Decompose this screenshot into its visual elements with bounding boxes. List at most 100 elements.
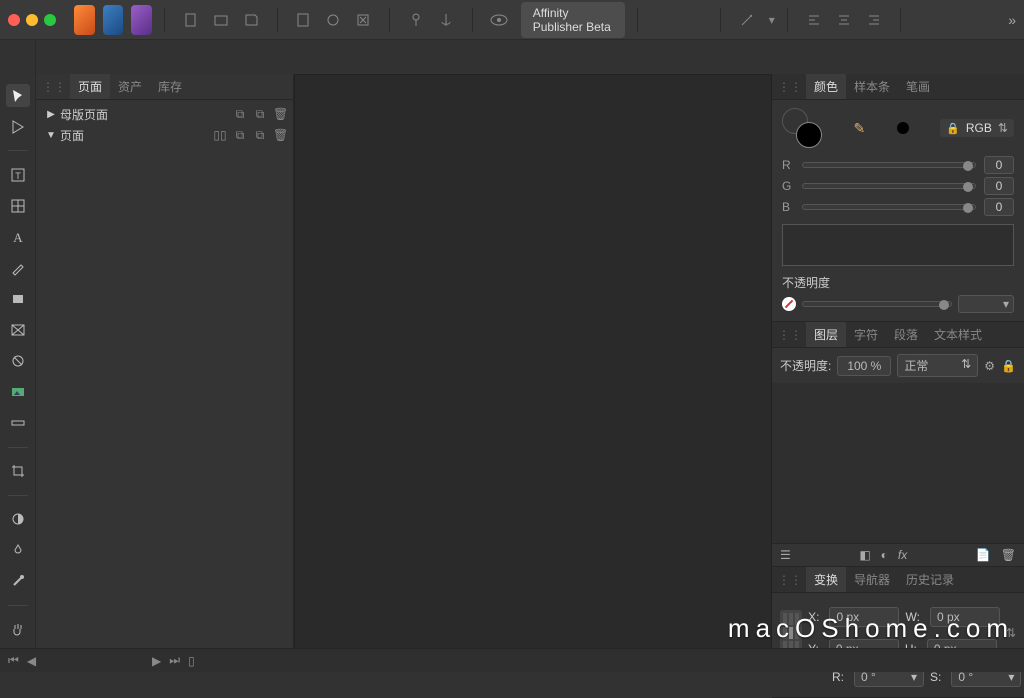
align-center-button[interactable] (830, 7, 858, 33)
anchor-button[interactable] (432, 7, 460, 33)
table-tool[interactable] (6, 194, 30, 217)
crop-tool[interactable] (6, 460, 30, 483)
fill-tool[interactable] (6, 508, 30, 531)
b-value[interactable]: 0 (984, 198, 1014, 216)
tab-stock[interactable]: 库存 (150, 74, 190, 99)
last-page-icon[interactable]: ⏭ (169, 653, 180, 668)
layer-opacity-value[interactable]: 100 % (837, 356, 891, 376)
tab-pages[interactable]: 页面 (70, 74, 110, 99)
tab-transform[interactable]: 变换 (806, 567, 846, 592)
arrange-button[interactable] (972, 7, 1000, 33)
b-slider[interactable] (802, 204, 976, 210)
persona-publisher-icon[interactable] (74, 5, 95, 35)
copy-icon[interactable]: ⧉ (233, 107, 247, 122)
duplicate-icon[interactable]: ⧉ (253, 107, 267, 122)
color-mode-select[interactable]: 🔒 RGB ⇅ (940, 119, 1014, 137)
mask-icon[interactable]: ◧ (859, 548, 870, 562)
tab-color[interactable]: 颜色 (806, 74, 846, 99)
tab-stroke[interactable]: 笔画 (898, 74, 938, 99)
wand-button[interactable] (733, 7, 761, 33)
tab-layers[interactable]: 图层 (806, 322, 846, 347)
trash-icon[interactable]: 🗑 (273, 128, 287, 143)
color-picker-tool[interactable] (6, 570, 30, 593)
frame-text-tool[interactable]: T (6, 163, 30, 186)
panel-grip-icon[interactable]: ⋮⋮ (778, 80, 802, 94)
ellipse-tool[interactable] (6, 349, 30, 372)
r-slider[interactable] (802, 162, 976, 168)
window-minimize[interactable] (26, 14, 38, 26)
page-thumb-icon[interactable]: ▯ (188, 654, 195, 668)
fill-swatch[interactable] (796, 122, 822, 148)
fx-icon[interactable]: fx (898, 548, 907, 562)
link-wh-icon[interactable]: ⇅ (1006, 626, 1016, 640)
tab-history[interactable]: 历史记录 (898, 567, 962, 592)
opacity-slider[interactable] (802, 301, 952, 307)
next-page-icon[interactable]: ▶ (152, 654, 161, 668)
tb-btn-b[interactable] (680, 7, 708, 33)
disclosure-down-icon[interactable]: ▼ (46, 130, 56, 141)
align-right-button[interactable] (860, 7, 888, 33)
r-value[interactable]: 0 (984, 156, 1014, 174)
new-doc-button[interactable] (177, 7, 205, 33)
tab-assets[interactable]: 资产 (110, 74, 150, 99)
tb-btn-a[interactable] (650, 7, 678, 33)
layers-list[interactable] (772, 383, 1024, 543)
blend-mode-select[interactable]: 正常⇅ (897, 354, 978, 377)
save-doc-button[interactable] (237, 7, 265, 33)
align-left-button[interactable] (800, 7, 828, 33)
page-add-button[interactable] (289, 7, 317, 33)
fill-stroke-swatches[interactable] (782, 108, 822, 148)
preview-button[interactable] (485, 7, 513, 33)
tab-navigator[interactable]: 导航器 (846, 567, 898, 592)
spread-icon[interactable]: ▯▯ (213, 128, 227, 143)
copy-icon[interactable]: ⧉ (233, 128, 247, 143)
window-zoom[interactable] (44, 14, 56, 26)
eyedropper-icon[interactable]: ✎ (853, 120, 865, 137)
place-image-tool[interactable] (6, 381, 30, 404)
tree-row-master[interactable]: ▶ 母版页面 ⧉ ⧉ 🗑 (36, 104, 293, 125)
tab-textstyles[interactable]: 文本样式 (926, 322, 990, 347)
persona-photo-icon[interactable] (131, 5, 152, 35)
panel-grip-icon[interactable]: ⋮⋮ (778, 573, 802, 587)
tree-row-pages[interactable]: ▼ 页面 ▯▯ ⧉ ⧉ 🗑 (36, 125, 293, 146)
lock-icon[interactable]: 🔒 (1001, 359, 1016, 373)
delete-button[interactable] (349, 7, 377, 33)
tab-swatches[interactable]: 样本条 (846, 74, 898, 99)
rectangle-tool[interactable] (6, 287, 30, 310)
transparency-tool[interactable] (6, 539, 30, 562)
g-value[interactable]: 0 (984, 177, 1014, 195)
tab-paragraph[interactable]: 段落 (886, 322, 926, 347)
distribute-v-button[interactable] (942, 7, 970, 33)
w-field[interactable]: 0 px (930, 607, 1000, 627)
artistic-text-tool[interactable]: A (6, 225, 30, 248)
first-page-icon[interactable]: ⏮ (8, 653, 19, 668)
distribute-h-button[interactable] (912, 7, 940, 33)
tab-character[interactable]: 字符 (846, 322, 886, 347)
x-field[interactable]: 0 px (829, 607, 899, 627)
document-canvas[interactable] (294, 74, 772, 652)
delete-layer-icon[interactable]: 🗑 (1001, 548, 1016, 562)
g-slider[interactable] (802, 183, 976, 189)
duplicate-icon[interactable]: ⧉ (253, 128, 267, 143)
gear-icon[interactable]: ⚙ (984, 359, 995, 373)
open-doc-button[interactable] (207, 7, 235, 33)
node-tool[interactable] (6, 115, 30, 138)
panel-grip-icon[interactable]: ⋮⋮ (778, 328, 802, 342)
add-layer-icon[interactable]: 📄 (976, 548, 991, 562)
prev-page-icon[interactable]: ◀ (27, 654, 36, 668)
opacity-dropdown[interactable]: ▾ (958, 295, 1014, 313)
pen-tool[interactable] (6, 256, 30, 279)
disclosure-right-icon[interactable]: ▶ (46, 109, 56, 120)
panel-grip-icon[interactable]: ⋮⋮ (42, 80, 66, 94)
window-close[interactable] (8, 14, 20, 26)
pan-tool[interactable] (6, 618, 30, 641)
no-fill-icon[interactable] (782, 297, 796, 311)
vector-crop-tool[interactable] (6, 412, 30, 435)
layers-stack-icon[interactable]: ☰ (780, 548, 791, 562)
persona-designer-icon[interactable] (103, 5, 124, 35)
toolbar-overflow-icon[interactable]: » (1008, 12, 1016, 28)
move-tool[interactable] (6, 84, 30, 107)
trash-icon[interactable]: 🗑 (273, 107, 287, 122)
adjustment-icon[interactable]: ◐ (881, 548, 888, 562)
pin-button[interactable] (402, 7, 430, 33)
